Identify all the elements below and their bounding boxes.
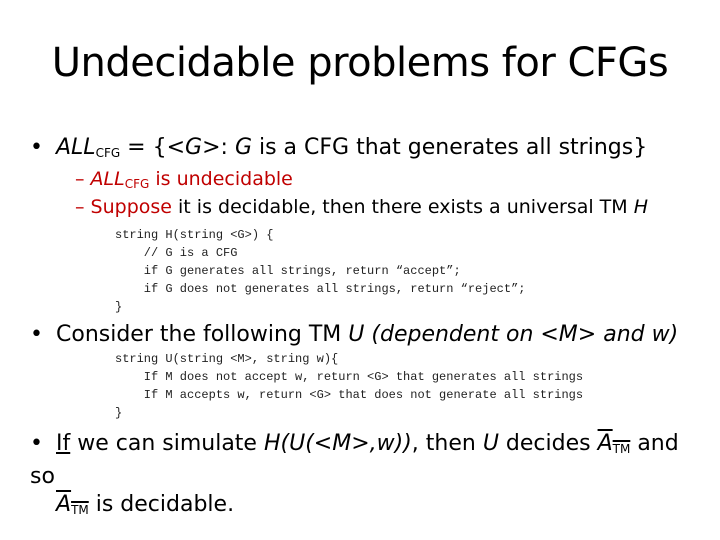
text: >: xyxy=(202,135,235,160)
lang-name: ALL xyxy=(56,135,96,160)
code-line: string H(string <G>) { xyxy=(115,228,274,242)
code-line: If M does not accept w, return <G> that … xyxy=(115,370,584,384)
dash: – xyxy=(75,168,85,190)
text: decides xyxy=(498,431,598,456)
dash: – xyxy=(75,196,85,218)
code-line: if G generates all strings, return “acce… xyxy=(115,264,461,278)
sub-bullet-suppose: – Suppose it is decidable, then there ex… xyxy=(75,196,648,218)
text: we can simulate xyxy=(70,431,264,456)
lang-subscript: TM xyxy=(612,442,631,456)
bullet-conclusion: • If we can simulate H(U(<M>,w)), then U … xyxy=(30,430,710,524)
text: is a CFG that generates all strings} xyxy=(252,135,648,160)
code-line: } xyxy=(115,406,123,420)
a-tm-complement: ATM xyxy=(56,492,89,517)
text: = {< xyxy=(120,135,186,160)
highlight-word: Suppose xyxy=(90,196,172,218)
code-block-h: string H(string <G>) { // G is a CFG if … xyxy=(115,226,525,316)
bullet-consider-tm-u: • Consider the following TM U (dependent … xyxy=(30,322,678,347)
lang-subscript: CFG xyxy=(95,146,121,160)
bullet-dot: • xyxy=(30,135,43,160)
code-line: if G does not generates all strings, ret… xyxy=(115,282,526,296)
text: Consider the following TM xyxy=(56,322,349,347)
var-g: G xyxy=(185,135,203,160)
bullet-dot: • xyxy=(30,322,43,347)
var-g: G xyxy=(234,135,252,160)
lang-name: A xyxy=(597,431,613,456)
lang-subscript: CFG xyxy=(124,177,150,191)
text: is decidable. xyxy=(88,492,235,517)
bullet-all-cfg-definition: • ALLCFG = {<G>: G is a CFG that generate… xyxy=(30,135,647,160)
text: is undecidable xyxy=(149,168,293,190)
sub-bullet-undecidable: – ALLCFG is undecidable xyxy=(75,168,293,191)
text: it is decidable, then there exists a uni… xyxy=(171,196,634,218)
lang-subscript: TM xyxy=(71,503,89,517)
tm-name: U xyxy=(482,431,499,456)
code-line: } xyxy=(115,300,123,314)
bullet-dot: • xyxy=(30,431,43,456)
code-line: string U(string <M>, string w){ xyxy=(115,352,339,366)
code-line: If M accepts w, return <G> that does not… xyxy=(115,388,584,402)
text: If xyxy=(56,431,71,456)
h-expression: H(U(<M>,w)) xyxy=(263,431,412,456)
tm-name: H xyxy=(633,196,649,218)
slide-title: Undecidable problems for CFGs xyxy=(51,40,669,86)
italic-text: U (dependent on <M> and w) xyxy=(348,322,679,347)
lang-name: A xyxy=(56,492,72,517)
code-line: // G is a CFG xyxy=(115,246,238,260)
code-block-u: string U(string <M>, string w){ If M doe… xyxy=(115,350,583,422)
a-tm-complement: ATM xyxy=(598,431,631,456)
lang-name: ALL xyxy=(90,168,125,190)
text: , then xyxy=(411,431,483,456)
